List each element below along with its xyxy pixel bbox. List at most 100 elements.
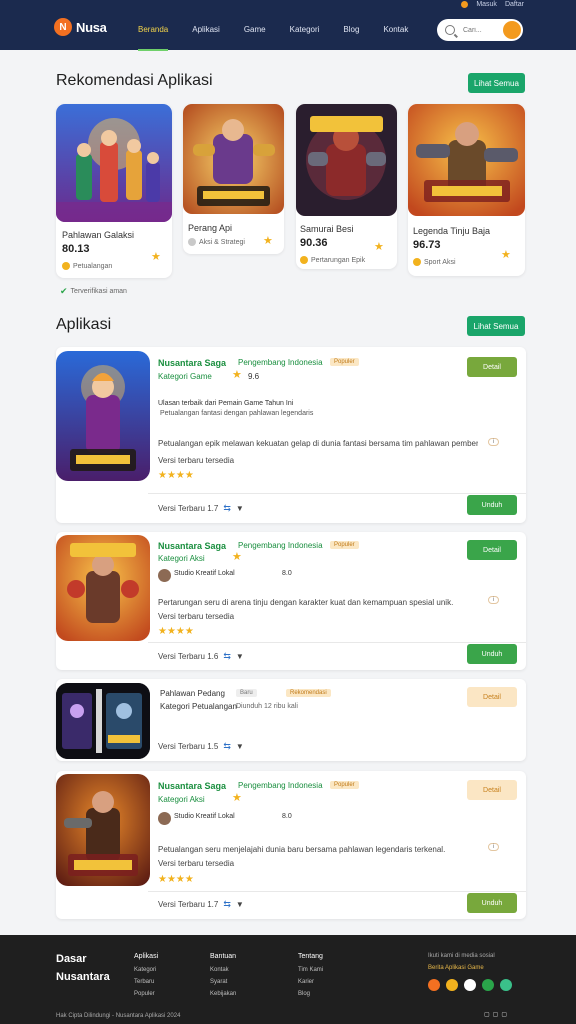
download-button[interactable]: Unduh [467, 644, 517, 664]
game-cover-image [296, 104, 397, 216]
app-thumbnail [56, 351, 150, 481]
detail-button[interactable]: Detail [467, 357, 517, 377]
featured-card[interactable]: Perang Api Aksi & Strategi ★ [183, 104, 284, 254]
footer-link[interactable]: Populer [134, 991, 158, 997]
instagram-icon[interactable] [446, 979, 458, 991]
share-icon[interactable]: ⇆ [223, 899, 231, 910]
game-cover-image [56, 104, 172, 222]
app-row[interactable]: Pahlawan Pedang Kategori Petualangan Bar… [56, 679, 526, 761]
verified-note: ✔ Terverifikasi aman [60, 286, 127, 297]
category-icon [300, 256, 308, 264]
card-category: Pertarungan Epik [311, 256, 366, 264]
whatsapp-icon[interactable] [482, 979, 494, 991]
featured-see-all-button[interactable]: Lihat Semua [468, 73, 525, 93]
card-meta: Aksi & Strategi [188, 238, 245, 246]
nav-aplikasi[interactable]: Aplikasi [192, 25, 220, 34]
share-icon[interactable]: ⇆ [223, 651, 231, 662]
app-description-2: Versi terbaru tersedia [158, 612, 235, 621]
app-name[interactable]: Nusantara Saga [158, 781, 226, 791]
apps-title: Aplikasi [56, 316, 112, 333]
app-tagline: Petualangan fantasi dengan pahlawan lege… [160, 410, 314, 417]
apps-see-all-button[interactable]: Lihat Semua [467, 316, 525, 336]
footer-link[interactable]: Blog [298, 991, 323, 997]
card-score: 96.73 [413, 239, 441, 251]
nav-game[interactable]: Game [244, 25, 266, 34]
telegram-icon[interactable] [500, 979, 512, 991]
register-link[interactable]: Daftar [505, 1, 524, 8]
game-cover-image [408, 104, 525, 216]
app-description: Petualangan epik melawan kekuatan gelap … [158, 439, 478, 448]
app-name[interactable]: Nusantara Saga [158, 541, 226, 551]
nav-blog[interactable]: Blog [343, 25, 359, 34]
app-name[interactable]: Nusantara Saga [158, 358, 226, 368]
filter-icon[interactable]: ▼ [236, 652, 244, 661]
star-icon: ★ [501, 249, 511, 261]
detail-button[interactable]: Detail [467, 780, 517, 800]
app-tag: Populer [330, 781, 359, 789]
app-row[interactable]: Nusantara Saga Pengembang Indonesia Popu… [56, 347, 526, 523]
footer-col-aplikasi: Aplikasi Kategori Terbaru Populer [134, 953, 158, 1003]
app-thumbnail [56, 535, 150, 641]
app-author: Studio Kreatif Lokal [174, 813, 235, 820]
footer-brand-line2: Nusantara [56, 971, 110, 983]
download-button[interactable]: Unduh [467, 495, 517, 515]
search-box [437, 19, 523, 41]
search-button[interactable] [503, 21, 521, 39]
facebook-icon[interactable] [428, 979, 440, 991]
featured-card[interactable]: Pahlawan Galaksi 80.13 Petualangan ★ [56, 104, 172, 278]
news-links[interactable]: Berita Aplikasi Game [428, 965, 484, 971]
star-icon: ★ [232, 369, 242, 381]
version-text: Versi Terbaru 1.7 [158, 900, 219, 909]
app-description-2: Versi terbaru tersedia [158, 859, 235, 868]
rating-stars: ★★★★ [158, 626, 194, 637]
filter-icon[interactable]: ▼ [236, 504, 244, 513]
footer-link[interactable]: Syarat [210, 979, 236, 985]
game-cover-image [183, 104, 284, 214]
card-category: Aksi & Strategi [199, 238, 245, 246]
share-icon[interactable]: ⇆ [223, 503, 231, 514]
login-link[interactable]: Masuk [476, 1, 497, 8]
author-avatar [158, 812, 171, 825]
user-icon [461, 1, 469, 8]
card-category: Sport Aksi [424, 258, 456, 266]
star-icon: ★ [374, 241, 384, 253]
tiktok-icon[interactable] [464, 979, 476, 991]
app-row[interactable]: Nusantara Saga Pengembang Indonesia Popu… [56, 532, 526, 670]
logo[interactable]: N Nusa [54, 18, 107, 36]
featured-card[interactable]: Samurai Besi 90.36 Pertarungan Epik ★ [296, 104, 397, 269]
footer-col-bantuan: Bantuan Kontak Syarat Kebijakan [210, 953, 236, 1003]
filter-icon[interactable]: ▼ [236, 742, 244, 751]
site-footer: Dasar Nusantara Aplikasi Kategori Terbar… [0, 935, 576, 1024]
footer-link[interactable]: Kontak [210, 967, 236, 973]
footer-link[interactable]: Kategori [134, 967, 158, 973]
app-row[interactable]: Nusantara Saga Pengembang Indonesia Popu… [56, 771, 526, 919]
detail-button[interactable]: Detail [467, 687, 517, 707]
nav-beranda[interactable]: Beranda [138, 25, 169, 51]
featured-card[interactable]: Legenda Tinju Baja 96.73 Sport Aksi ★ [408, 104, 525, 276]
footer-link[interactable]: Tim Kami [298, 967, 323, 973]
row-footer: Versi Terbaru 1.7 ⇆ ▼ [158, 503, 244, 514]
footer-link[interactable]: Karier [298, 979, 323, 985]
row-footer: Versi Terbaru 1.6 ⇆ ▼ [158, 651, 244, 662]
nav-kontak[interactable]: Kontak [383, 25, 408, 34]
nav-kategori[interactable]: Kategori [290, 25, 320, 34]
footer-col-title: Aplikasi [134, 953, 159, 960]
app-category: Kategori Game [158, 372, 212, 381]
app-thumbnail [56, 683, 150, 759]
app-category: Kategori Petualangan [160, 702, 237, 711]
author-avatar [158, 569, 171, 582]
logo-text: Nusa [76, 19, 107, 35]
download-button[interactable]: Unduh [467, 893, 517, 913]
footer-link[interactable]: Kebijakan [210, 991, 236, 997]
app-name[interactable]: Pahlawan Pedang [160, 689, 225, 698]
share-icon[interactable]: ⇆ [223, 741, 231, 752]
filter-icon[interactable]: ▼ [236, 900, 244, 909]
detail-button[interactable]: Detail [467, 540, 517, 560]
footer-link[interactable]: Terbaru [134, 979, 158, 985]
app-stat: Diunduh 12 ribu kali [236, 703, 298, 710]
card-category: Petualangan [73, 262, 113, 270]
featured-title: Rekomendasi Aplikasi [56, 72, 213, 89]
row-footer: Versi Terbaru 1.7 ⇆ ▼ [158, 899, 244, 910]
app-category: Kategori Aksi [158, 554, 205, 563]
footer-col-title: Tentang [298, 953, 323, 960]
